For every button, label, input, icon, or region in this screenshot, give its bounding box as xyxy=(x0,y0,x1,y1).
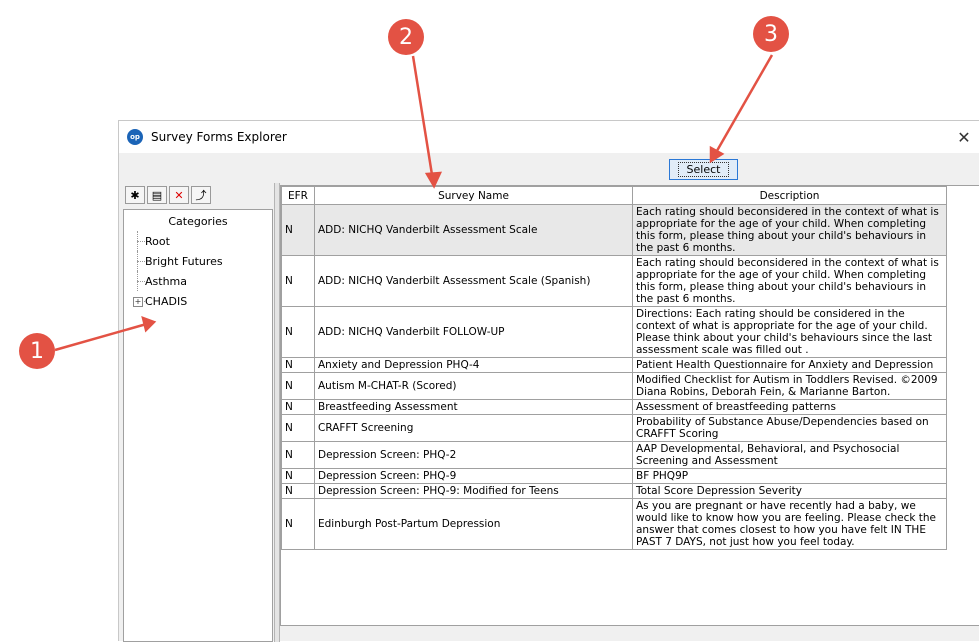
callout-3-badge: 3 xyxy=(753,16,789,52)
arrow-3-head xyxy=(709,145,725,164)
callout-1-badge: 1 xyxy=(19,333,55,369)
arrow-2-head xyxy=(424,171,443,189)
arrow-1 xyxy=(54,321,151,352)
arrow-3 xyxy=(712,54,774,157)
arrow-1-head xyxy=(141,316,157,333)
callout-2-badge: 2 xyxy=(388,19,424,55)
arrow-2 xyxy=(411,55,435,182)
callout-arrows xyxy=(54,54,774,352)
